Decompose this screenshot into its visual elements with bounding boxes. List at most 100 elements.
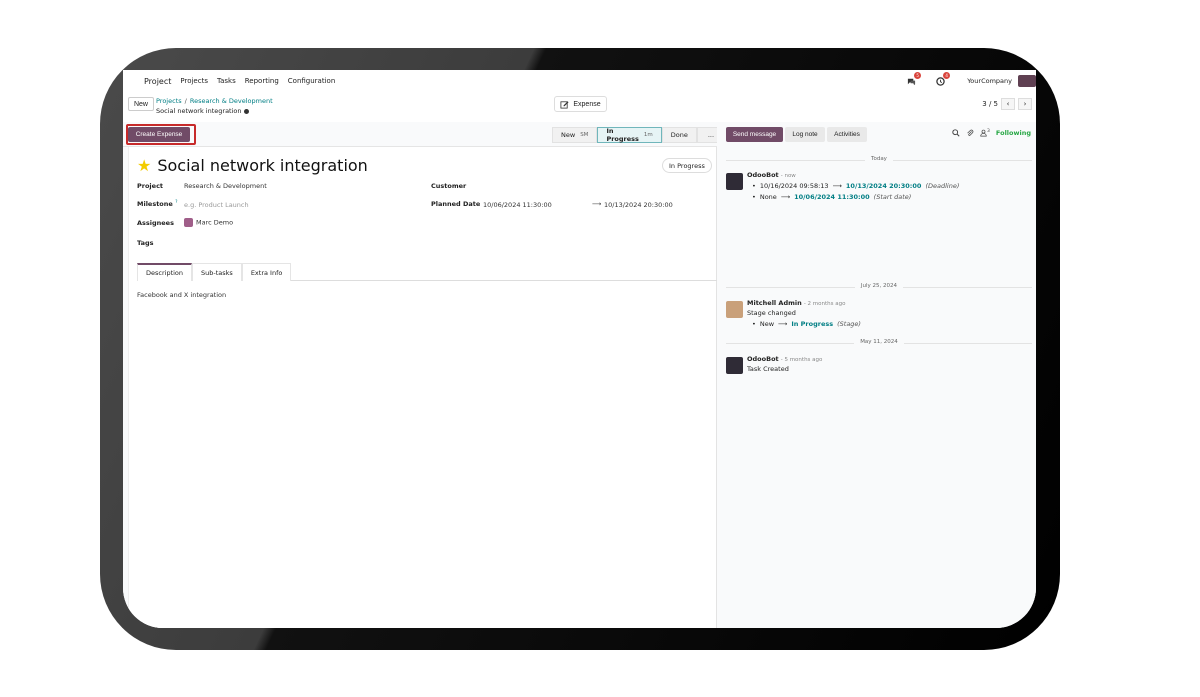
tracking-old: 10/16/2024 09:58:13 bbox=[759, 182, 829, 190]
form-sheet: ★ Social network integration In Progress… bbox=[128, 147, 718, 628]
tracking-field: (Deadline) bbox=[925, 182, 960, 190]
stage-in-progress-label: In Progress bbox=[606, 127, 639, 143]
bullet: • bbox=[752, 320, 756, 328]
message-author[interactable]: Mitchell Admin bbox=[747, 299, 802, 307]
paperclip-icon[interactable] bbox=[966, 129, 974, 137]
menu-projects[interactable]: Projects bbox=[180, 77, 208, 85]
app-name[interactable]: Project bbox=[144, 77, 171, 86]
tracking-line: • None ⟶ 10/06/2024 11:30:00 (Start date) bbox=[747, 193, 1026, 201]
menu-configuration[interactable]: Configuration bbox=[288, 77, 335, 85]
breadcrumb-separator: / bbox=[184, 97, 187, 105]
tracking-field: (Stage) bbox=[837, 320, 861, 328]
following-button[interactable]: Following bbox=[996, 129, 1031, 137]
notebook-tabs: Description Sub-tasks Extra Info bbox=[137, 263, 718, 281]
tracking-new: 10/06/2024 11:30:00 bbox=[794, 193, 870, 201]
menu-reporting[interactable]: Reporting bbox=[245, 77, 279, 85]
chatter-message: OdooBot - 5 months ago Task Created bbox=[726, 355, 1026, 374]
message-author[interactable]: OdooBot bbox=[747, 355, 779, 363]
new-button[interactable]: New bbox=[128, 97, 154, 111]
user-icon bbox=[980, 129, 987, 137]
message-time: - now bbox=[780, 173, 796, 179]
tab-sub-tasks[interactable]: Sub-tasks bbox=[192, 263, 242, 281]
tracking-field: (Start date) bbox=[873, 193, 912, 201]
tab-extra-info[interactable]: Extra Info bbox=[241, 263, 292, 281]
breadcrumb: Projects / Research & Development Social n… bbox=[156, 97, 273, 115]
menu-tasks[interactable]: Tasks bbox=[217, 77, 236, 85]
tags-label: Tags bbox=[137, 239, 154, 247]
message-author[interactable]: OdooBot bbox=[747, 171, 779, 179]
date-separator-label: May 11, 2024 bbox=[854, 339, 904, 345]
breadcrumb-project[interactable]: Research & Development bbox=[190, 97, 273, 105]
task-title[interactable]: Social network integration bbox=[157, 156, 367, 175]
chatter-tools: 3 Following bbox=[952, 129, 1031, 137]
date-separator-today: Today bbox=[726, 156, 1032, 165]
activities-clock-icon[interactable]: 4 bbox=[936, 71, 951, 86]
company-switcher[interactable]: YourCompany bbox=[967, 77, 1012, 85]
navbar-systray: 5 4 YourCompany bbox=[907, 70, 1036, 92]
expense-smart-button[interactable]: Expense bbox=[554, 96, 607, 112]
project-field[interactable]: Research & Development bbox=[184, 182, 267, 190]
stage-more-label: ... bbox=[707, 131, 715, 139]
pager-next-icon[interactable]: › bbox=[1018, 98, 1032, 110]
assignee-name: Marc Demo bbox=[196, 218, 234, 227]
highlight-box bbox=[126, 124, 196, 145]
chatter-message: Mitchell Admin - 2 months ago Stage chan… bbox=[726, 299, 1026, 328]
tracking-new: In Progress bbox=[791, 320, 834, 328]
date-separator-label: July 25, 2024 bbox=[854, 283, 904, 289]
stage-in-progress[interactable]: In Progress 1m bbox=[597, 127, 662, 143]
message-time: - 5 months ago bbox=[780, 357, 823, 363]
arrow-right-icon: ⟶ bbox=[780, 193, 791, 201]
followers-count: 3 bbox=[987, 129, 990, 134]
arrow-right-icon: ⟶ bbox=[832, 182, 842, 190]
stage-new[interactable]: New SM bbox=[552, 127, 598, 143]
log-note-button[interactable]: Log note bbox=[785, 127, 825, 142]
arrow-right-icon: ⟶ bbox=[778, 320, 788, 328]
arrow-right-icon: ⟶ bbox=[592, 200, 602, 208]
top-navbar: Project Projects Tasks Reporting Configu… bbox=[123, 70, 1036, 92]
gear-icon[interactable] bbox=[243, 108, 249, 114]
followers-button[interactable]: 3 bbox=[980, 129, 990, 137]
date-separator-july: July 25, 2024 bbox=[726, 283, 1032, 292]
messages-icon[interactable]: 5 bbox=[907, 71, 922, 86]
description-content[interactable]: Facebook and X integration bbox=[137, 291, 226, 299]
milestone-label-text: Milestone bbox=[137, 200, 173, 209]
message-body: Mitchell Admin - 2 months ago Stage chan… bbox=[747, 299, 1026, 328]
milestone-help-icon[interactable]: ? bbox=[175, 200, 177, 205]
date-separator-label: Today bbox=[865, 156, 893, 162]
messages-count: 5 bbox=[914, 71, 922, 79]
stage-done-label: Done bbox=[670, 131, 688, 139]
stage-new-label: New bbox=[561, 131, 576, 139]
pager-previous-icon[interactable]: ‹ bbox=[1001, 98, 1015, 110]
star-icon[interactable]: ★ bbox=[137, 157, 151, 174]
send-message-button[interactable]: Send message bbox=[726, 127, 783, 142]
app-screen: Project Projects Tasks Reporting Configu… bbox=[123, 70, 1036, 628]
tab-description[interactable]: Description bbox=[137, 263, 193, 281]
message-body: OdooBot - 5 months ago Task Created bbox=[747, 355, 1026, 373]
planned-start-field[interactable]: 10/06/2024 11:30:00 bbox=[483, 201, 552, 209]
pencil-square-icon bbox=[560, 100, 569, 109]
assignee-avatar bbox=[184, 218, 193, 227]
form-statusbar: Create Expense New SM In Progress 1m Don… bbox=[123, 122, 726, 147]
task-state-badge[interactable]: In Progress bbox=[662, 158, 712, 173]
stage-in-progress-sub: 1m bbox=[643, 132, 653, 138]
search-icon[interactable] bbox=[952, 129, 960, 137]
chatter-message: OdooBot - now • 10/16/2024 09:58:13 ⟶ 10/13… bbox=[726, 171, 1026, 201]
breadcrumb-projects[interactable]: Projects bbox=[156, 97, 182, 105]
odoobot-avatar bbox=[726, 173, 743, 190]
stage-done[interactable]: Done bbox=[661, 127, 697, 143]
pager-value[interactable]: 3 / 5 bbox=[982, 100, 998, 108]
message-time: - 2 months ago bbox=[803, 301, 846, 307]
user-avatar[interactable] bbox=[1018, 75, 1036, 87]
bullet: • bbox=[752, 193, 756, 201]
milestone-label: Milestone ? bbox=[137, 200, 177, 208]
assignees-field[interactable]: Marc Demo bbox=[184, 218, 233, 227]
activities-button[interactable]: Activities bbox=[827, 127, 867, 142]
message-text: Stage changed bbox=[747, 309, 796, 317]
customer-label: Customer bbox=[431, 182, 467, 190]
message-body: OdooBot - now • 10/16/2024 09:58:13 ⟶ 10/13… bbox=[747, 171, 1026, 201]
milestone-field[interactable]: e.g. Product Launch bbox=[184, 201, 249, 209]
message-text: Task Created bbox=[747, 365, 789, 373]
activities-count: 4 bbox=[943, 71, 951, 79]
project-label: Project bbox=[137, 182, 164, 190]
planned-end-field[interactable]: 10/13/2024 20:30:00 bbox=[604, 201, 673, 209]
